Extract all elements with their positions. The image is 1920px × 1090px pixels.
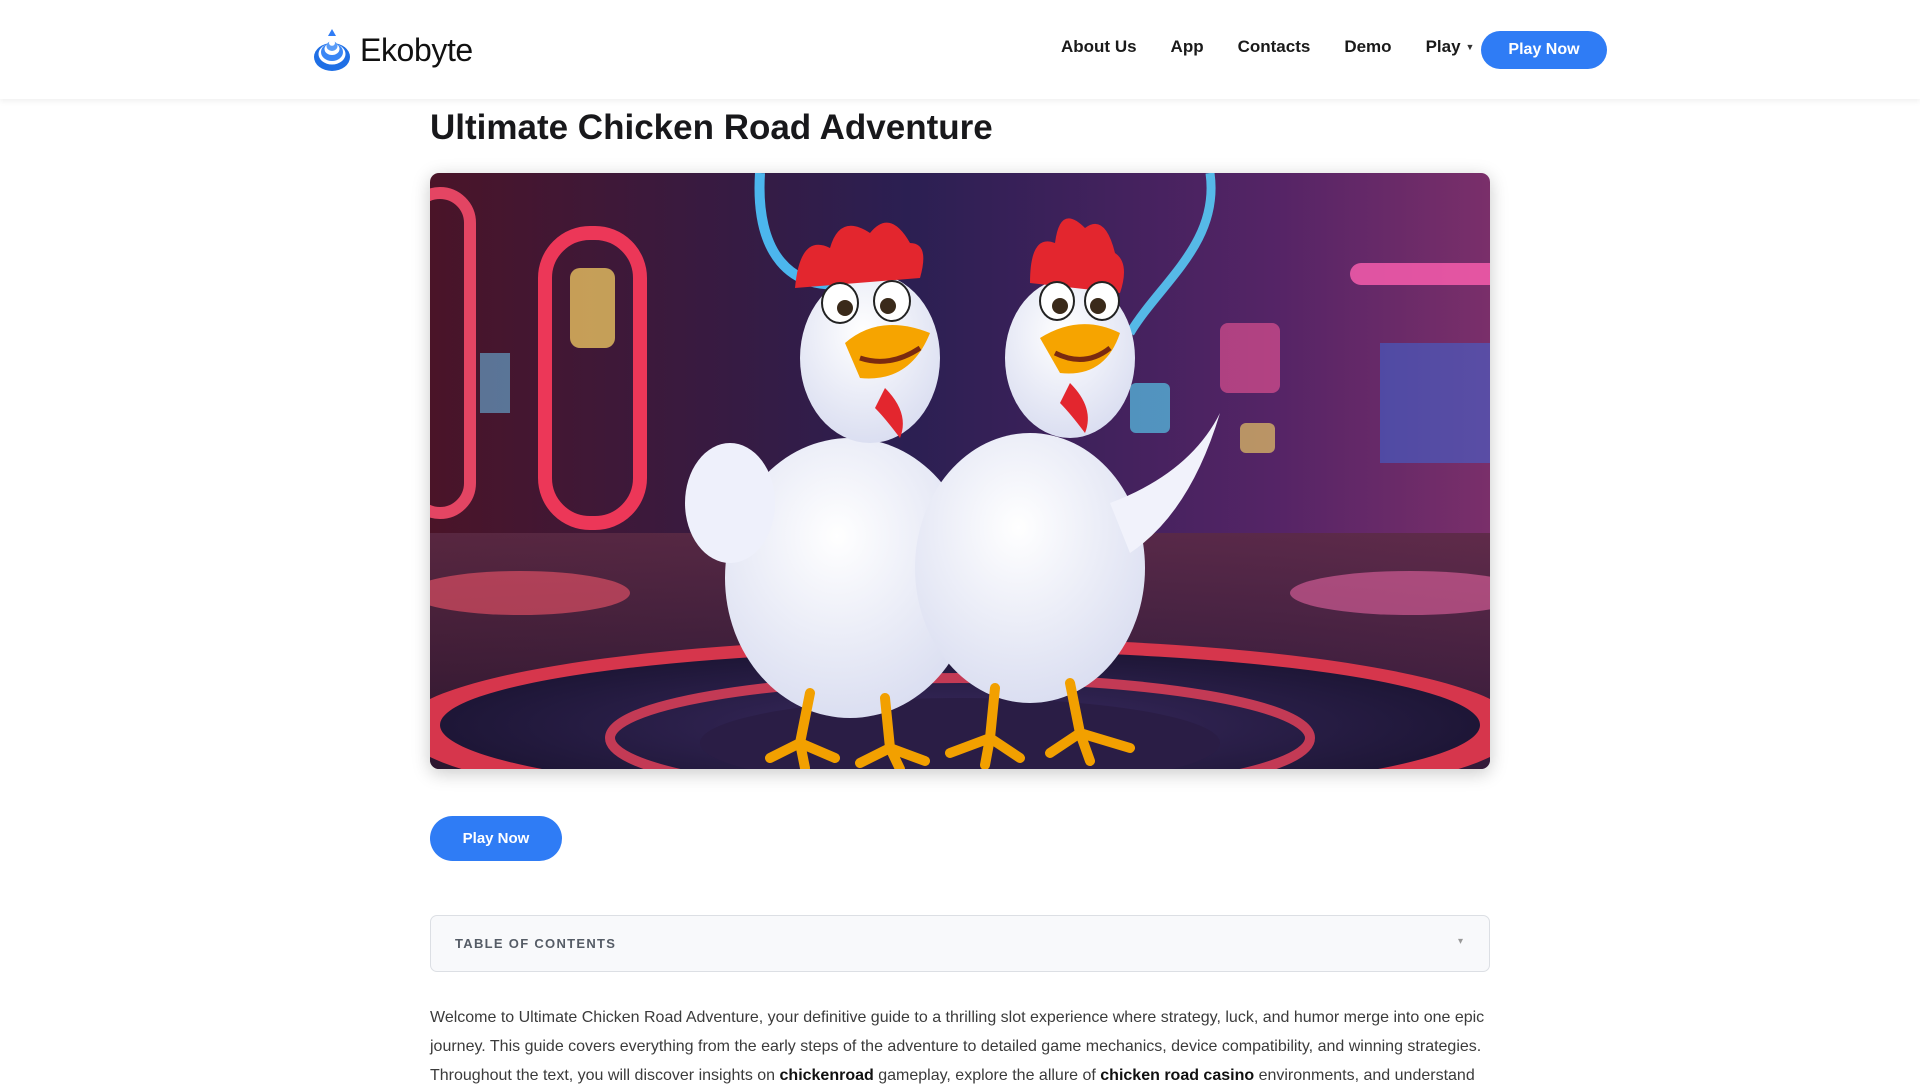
intro-text-3: environments, and understand xyxy=(1254,1067,1475,1084)
logo-text: Ekobyte xyxy=(360,31,473,68)
page-title: Ultimate Chicken Road Adventure xyxy=(430,108,993,147)
intro-keyword-chickenroad: chickenroad xyxy=(779,1067,874,1084)
site-logo[interactable]: Ekobyte xyxy=(312,28,473,72)
spiral-logo-icon xyxy=(314,29,350,71)
main-nav: About Us App Contacts Demo Play ▼ xyxy=(1061,37,1474,57)
intro-text-2: gameplay, explore the allure of xyxy=(873,1067,1101,1084)
hero-illustration xyxy=(430,173,1490,769)
hero-image xyxy=(430,173,1490,769)
nav-demo[interactable]: Demo xyxy=(1344,37,1391,57)
site-header: Ekobyte About Us App Contacts Demo Play ▼… xyxy=(0,0,1920,99)
intro-keyword-chicken-road-casino: chicken road casino xyxy=(1100,1067,1255,1084)
toc-label: TABLE OF CONTENTS xyxy=(455,936,617,951)
nav-app[interactable]: App xyxy=(1171,37,1204,57)
play-now-button[interactable]: Play Now xyxy=(430,816,562,861)
chevron-down-icon: ▾ xyxy=(1457,936,1463,947)
header-play-now-button[interactable]: Play Now xyxy=(1481,31,1607,69)
table-of-contents-toggle[interactable]: TABLE OF CONTENTS ▾ xyxy=(430,915,1490,972)
nav-play-label: Play xyxy=(1425,37,1461,56)
chevron-down-icon: ▼ xyxy=(1465,42,1475,52)
intro-paragraph: Welcome to Ultimate Chicken Road Adventu… xyxy=(430,1003,1492,1090)
nav-play-dropdown[interactable]: Play ▼ xyxy=(1426,37,1475,57)
nav-about-us[interactable]: About Us xyxy=(1061,37,1137,57)
nav-contacts[interactable]: Contacts xyxy=(1238,37,1311,57)
